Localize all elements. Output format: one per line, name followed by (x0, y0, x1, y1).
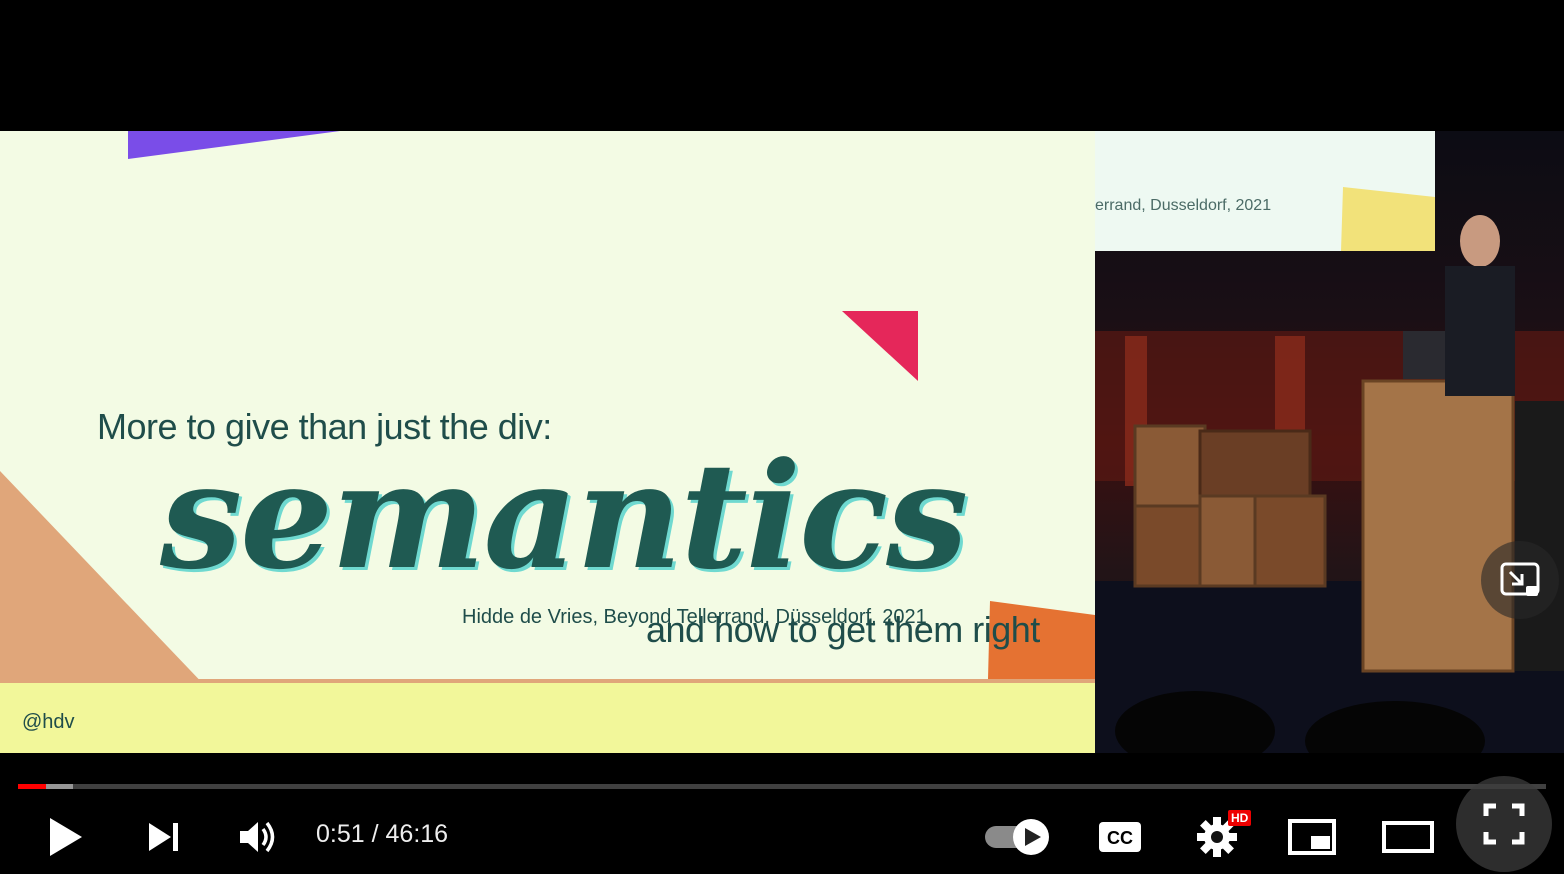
captions-button[interactable]: CC (1094, 808, 1146, 866)
shrink-icon (1500, 562, 1540, 596)
progress-bar[interactable] (18, 784, 1546, 789)
stage-scene (1095, 215, 1564, 753)
miniplayer-button[interactable] (1286, 808, 1338, 866)
time-display: 0:51 / 46:16 (316, 820, 448, 849)
presentation-slide: More to give than just the div: semantic… (0, 131, 1095, 753)
video-player[interactable]: More to give than just the div: semantic… (0, 0, 1564, 874)
next-button[interactable] (138, 808, 188, 866)
closed-captions-icon: CC (1099, 822, 1141, 852)
play-icon (50, 818, 82, 856)
skip-next-icon (149, 823, 178, 851)
time-separator: / (364, 820, 386, 848)
hd-badge: HD (1228, 810, 1252, 826)
volume-icon (240, 821, 275, 853)
autoplay-toggle[interactable] (982, 808, 1054, 866)
fullscreen-icon (1483, 803, 1525, 845)
miniplayer-icon (1288, 819, 1336, 855)
fullscreen-button[interactable] (1456, 776, 1552, 872)
slide-author: Hidde de Vries, Beyond Tellerrand, Düsse… (462, 606, 927, 628)
slide-title: semantics (160, 431, 968, 602)
autoplay-icon (985, 819, 1049, 855)
theater-mode-button[interactable] (1380, 808, 1436, 866)
play-button[interactable] (40, 808, 92, 866)
current-time: 0:51 (316, 820, 365, 848)
stage-camera-view: errand, Dusseldorf, 2021 (1095, 131, 1564, 753)
exit-miniplayer-button[interactable] (1481, 541, 1559, 619)
mute-button[interactable] (232, 808, 282, 866)
duration: 46:16 (385, 820, 449, 848)
slide-handle: @hdv (22, 711, 75, 733)
svg-text:CC: CC (1107, 828, 1133, 848)
progress-played (18, 784, 46, 789)
theater-mode-icon (1382, 821, 1434, 853)
